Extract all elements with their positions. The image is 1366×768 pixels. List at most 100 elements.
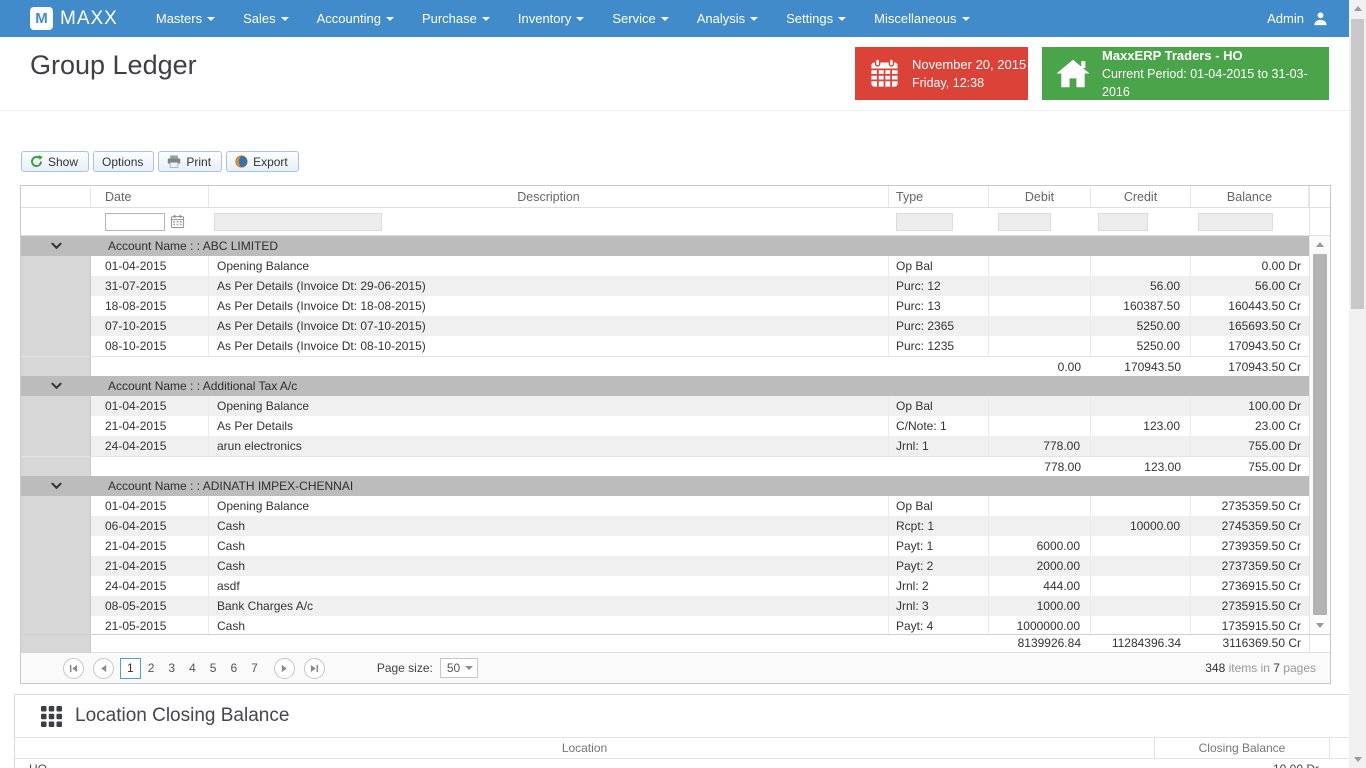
col-closing-balance: Closing Balance	[1154, 738, 1329, 758]
group-header-row[interactable]: Account Name : : ADINATH IMPEX-CHENNAI	[21, 476, 1309, 496]
export-button[interactable]: Export	[226, 151, 299, 172]
nav-item-sales[interactable]: Sales	[229, 0, 303, 37]
cell-type: Op Bal	[889, 496, 989, 516]
col-debit[interactable]: Debit	[989, 186, 1091, 207]
nav-item-accounting[interactable]: Accounting	[303, 0, 408, 37]
page-size-select[interactable]: 50	[440, 658, 478, 678]
location-row[interactable]: HO10.00 Dr	[15, 759, 1351, 768]
nav-item-label: Service	[612, 11, 655, 26]
items-summary: 348 items in 7 pages	[1205, 661, 1316, 675]
col-date[interactable]: Date	[91, 186, 209, 207]
date-filter-input[interactable]	[105, 213, 165, 231]
user-menu[interactable]: Admin	[1267, 11, 1328, 26]
ledger-row[interactable]: 24-04-2015arun electronicsJrnl: 1778.007…	[21, 436, 1309, 456]
top-navbar: M MAXX MastersSalesAccountingPurchaseInv…	[0, 0, 1366, 37]
cell-credit	[1091, 596, 1191, 616]
cell-desc	[209, 456, 889, 476]
next-page-button[interactable]	[274, 658, 295, 679]
chevron-down-icon	[386, 17, 394, 21]
debit-filter-input[interactable]	[998, 213, 1051, 231]
nav-item-miscellaneous[interactable]: Miscellaneous	[860, 0, 983, 37]
ledger-row[interactable]: 08-05-2015Bank Charges A/cJrnl: 31000.00…	[21, 596, 1309, 616]
cell-type	[889, 356, 989, 376]
ledger-row[interactable]: 21-04-2015As Per DetailsC/Note: 1123.002…	[21, 416, 1309, 436]
nav-item-label: Analysis	[697, 11, 745, 26]
nav-item-masters[interactable]: Masters	[142, 0, 229, 37]
location-closing-balance-panel: Location Closing Balance Location Closin…	[14, 694, 1352, 768]
collapse-chevron-icon[interactable]	[21, 376, 91, 396]
page-number-4[interactable]: 4	[182, 658, 203, 679]
page-scroll-up-icon[interactable]	[1349, 0, 1366, 17]
logo-m-icon: M	[30, 7, 53, 30]
credit-filter-input[interactable]	[1098, 213, 1148, 231]
cell-balance: 2737359.50 Cr	[1191, 556, 1309, 576]
page: M MAXX MastersSalesAccountingPurchaseInv…	[0, 0, 1366, 768]
cell-date: 01-04-2015	[91, 496, 209, 516]
nav-item-settings[interactable]: Settings	[772, 0, 860, 37]
ledger-row[interactable]: 18-08-2015As Per Details (Invoice Dt: 18…	[21, 296, 1309, 316]
ledger-row[interactable]: 06-04-2015CashRcpt: 110000.002745359.50 …	[21, 516, 1309, 536]
col-description[interactable]: Description	[209, 186, 889, 207]
cell-credit	[1091, 556, 1191, 576]
ledger-row[interactable]: 31-07-2015As Per Details (Invoice Dt: 29…	[21, 276, 1309, 296]
type-filter-input[interactable]	[896, 213, 953, 231]
cell-balance: 2739359.50 Cr	[1191, 536, 1309, 556]
ledger-row[interactable]: 21-04-2015CashPayt: 22000.002737359.50 C…	[21, 556, 1309, 576]
cell-desc: As Per Details (Invoice Dt: 08-10-2015)	[209, 336, 889, 356]
page-scrollbar-thumb[interactable]	[1351, 19, 1364, 309]
ledger-row[interactable]: 24-04-2015asdfJrnl: 2444.002736915.50 Cr	[21, 576, 1309, 596]
page-title: Group Ledger	[30, 50, 197, 81]
page-vertical-scrollbar	[1349, 0, 1366, 768]
col-type[interactable]: Type	[889, 186, 989, 207]
group-header-row[interactable]: Account Name : : ABC LIMITED	[21, 236, 1309, 256]
page-number-5[interactable]: 5	[203, 658, 224, 679]
cell-desc: Bank Charges A/c	[209, 596, 889, 616]
cell-date: 01-04-2015	[91, 396, 209, 416]
scroll-up-arrow-icon[interactable]	[1310, 236, 1330, 253]
nav-item-analysis[interactable]: Analysis	[683, 0, 772, 37]
ledger-row[interactable]: 08-10-2015As Per Details (Invoice Dt: 08…	[21, 336, 1309, 356]
first-page-button[interactable]	[63, 658, 84, 679]
cell-desc: As Per Details (Invoice Dt: 29-06-2015)	[209, 276, 889, 296]
cell-credit	[1091, 616, 1191, 634]
nav-item-inventory[interactable]: Inventory	[504, 0, 598, 37]
ledger-row[interactable]: 21-04-2015CashPayt: 16000.002739359.50 C…	[21, 536, 1309, 556]
col-credit[interactable]: Credit	[1091, 186, 1191, 207]
print-button[interactable]: Print	[158, 151, 222, 172]
cell-credit: 10000.00	[1091, 516, 1191, 536]
show-button[interactable]: Show	[21, 151, 89, 172]
page-number-7[interactable]: 7	[244, 658, 265, 679]
page-scroll-down-icon[interactable]	[1349, 751, 1366, 768]
app-logo[interactable]: M MAXX	[30, 7, 118, 30]
balance-filter-input[interactable]	[1198, 213, 1273, 231]
collapse-chevron-icon[interactable]	[21, 476, 91, 496]
options-button[interactable]: Options	[93, 151, 154, 172]
page-number-1[interactable]: 1	[120, 658, 141, 679]
ledger-row[interactable]: 21-05-2015CashPayt: 41000000.001735915.5…	[21, 616, 1309, 634]
group-header-row[interactable]: Account Name : : Additional Tax A/c	[21, 376, 1309, 396]
page-number-6[interactable]: 6	[223, 658, 244, 679]
ledger-row[interactable]: 01-04-2015Opening BalanceOp Bal0.00 Dr	[21, 256, 1309, 276]
page-number-3[interactable]: 3	[161, 658, 182, 679]
cell-type: Payt: 4	[889, 616, 989, 634]
collapse-chevron-icon[interactable]	[21, 236, 91, 256]
col-balance[interactable]: Balance	[1191, 186, 1309, 207]
cell-debit	[989, 516, 1091, 536]
group-name: Account Name : : ADINATH IMPEX-CHENNAI	[91, 476, 1309, 496]
page-number-2[interactable]: 2	[141, 658, 162, 679]
ledger-row[interactable]: 01-04-2015Opening BalanceOp Bal100.00 Dr	[21, 396, 1309, 416]
date-picker-icon[interactable]	[170, 214, 185, 229]
cell-debit	[989, 296, 1091, 316]
last-page-button[interactable]	[304, 658, 325, 679]
cell-date: 08-05-2015	[91, 596, 209, 616]
ledger-row[interactable]: 07-10-2015As Per Details (Invoice Dt: 07…	[21, 316, 1309, 336]
scroll-down-arrow-icon[interactable]	[1310, 617, 1330, 634]
nav-item-purchase[interactable]: Purchase	[408, 0, 504, 37]
chevron-down-icon	[750, 17, 758, 21]
description-filter-input[interactable]	[214, 213, 382, 231]
cell-balance: 2736915.50 Cr	[1191, 576, 1309, 596]
nav-item-service[interactable]: Service	[598, 0, 682, 37]
grid-scrollbar-thumb[interactable]	[1313, 254, 1327, 615]
prev-page-button[interactable]	[93, 658, 114, 679]
ledger-row[interactable]: 01-04-2015Opening BalanceOp Bal2735359.5…	[21, 496, 1309, 516]
